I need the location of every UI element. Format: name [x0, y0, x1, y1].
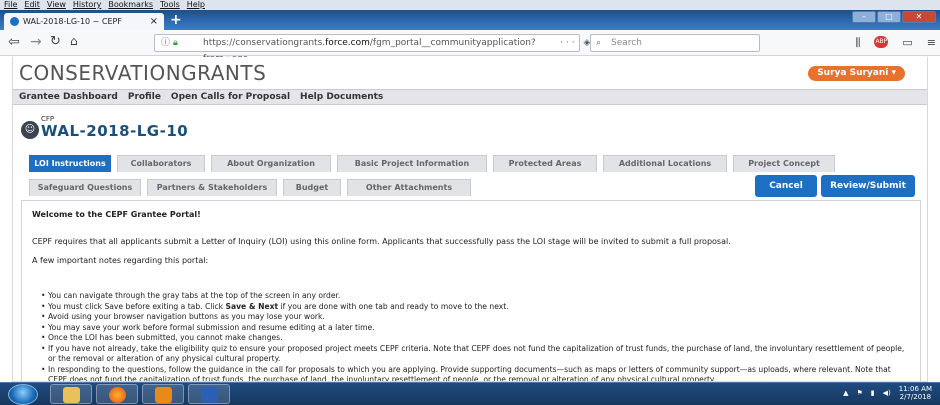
site-logo[interactable]: CONSERVATIONGRANTS — [19, 61, 266, 85]
taskbar-word[interactable] — [188, 384, 230, 404]
search-placeholder: Search — [611, 38, 642, 48]
notes-intro: A few important notes regarding this por… — [32, 256, 209, 265]
nav-help-documents[interactable]: Help Documents — [300, 90, 383, 104]
browser-navbar: ⇦ → ↻ ⌂ ⓘ 🔒︎ https://conservationgrants.… — [0, 30, 940, 64]
nav-grantee-dashboard[interactable]: Grantee Dashboard — [19, 90, 118, 104]
sidebar-icon[interactable]: ▭ — [902, 36, 912, 50]
back-icon[interactable]: ⇦ — [8, 34, 20, 50]
notes-list: You can navigate through the gray tabs a… — [32, 291, 910, 382]
volume-icon[interactable]: ◀) — [883, 389, 891, 397]
start-button-icon[interactable] — [8, 384, 38, 405]
portal-page: CONSERVATIONGRANTS Surya Suryani ▾ Grant… — [12, 57, 928, 382]
windows-taskbar: ▲ ⚑ ▮ ◀) 11:06 AM 2/7/2018 — [0, 382, 940, 405]
favicon-icon — [10, 17, 19, 26]
nav-open-calls[interactable]: Open Calls for Proposal — [171, 90, 290, 104]
lock-icon: 🔒︎ — [173, 38, 178, 48]
taskbar-explorer[interactable] — [50, 384, 92, 404]
nav-profile[interactable]: Profile — [128, 90, 161, 104]
taskbar-outlook[interactable] — [142, 384, 184, 404]
list-item: Avoid using your browser navigation butt… — [41, 312, 910, 323]
maximize-icon[interactable]: □ — [877, 11, 901, 23]
flag-icon[interactable]: ⚑ — [857, 389, 863, 397]
menu-file[interactable]: File — [4, 0, 17, 10]
review-submit-button[interactable]: Review/Submit — [821, 175, 915, 197]
menu-bookmarks[interactable]: Bookmarks — [108, 0, 153, 10]
search-icon: ⌕ — [596, 38, 602, 48]
clock-date: 2/7/2018 — [899, 393, 932, 401]
tab-protected-areas[interactable]: Protected Areas — [493, 155, 597, 172]
minimize-icon[interactable]: – — [852, 11, 876, 23]
intro-paragraph: CEPF requires that all applicants submit… — [32, 237, 731, 246]
cancel-button[interactable]: Cancel — [755, 175, 817, 197]
tab-other-attachments[interactable]: Other Attachments — [347, 179, 471, 196]
welcome-heading: Welcome to the CEPF Grantee Portal! — [32, 210, 201, 219]
menu-history[interactable]: History — [73, 0, 101, 10]
list-item: In responding to the questions, follow t… — [41, 365, 910, 382]
info-icon[interactable]: ⓘ — [161, 35, 170, 51]
browser-menubar: File Edit View History Bookmarks Tools H… — [0, 0, 940, 10]
list-item: You can navigate through the gray tabs a… — [41, 291, 910, 302]
browser-tab[interactable]: WAL-2018-LG-10 ~ CEPF × — [4, 13, 164, 30]
close-tab-icon[interactable]: × — [150, 13, 158, 30]
tab-partners-stakeholders[interactable]: Partners & Stakeholders — [147, 179, 277, 196]
browser-tabbar: WAL-2018-LG-10 ~ CEPF × + – □ ✕ — [0, 10, 940, 30]
url-bar[interactable]: ⓘ 🔒︎ https://conservationgrants.force.co… — [154, 34, 580, 64]
tray-arrow-icon[interactable]: ▲ — [843, 389, 848, 397]
portal-header: CONSERVATIONGRANTS Surya Suryani ▾ — [13, 57, 927, 87]
record-title-area: ☺ CFP WAL-2018-LG-10 — [13, 105, 927, 155]
tab-budget[interactable]: Budget — [283, 179, 341, 196]
outlook-icon — [155, 387, 172, 403]
menu-tools[interactable]: Tools — [160, 0, 180, 10]
list-item: You may save your work before formal sub… — [41, 323, 910, 334]
network-icon[interactable]: ▮ — [871, 389, 875, 397]
menu-edit[interactable]: Edit — [24, 0, 40, 10]
menu-view[interactable]: View — [47, 0, 66, 10]
library-icon[interactable]: ⫼ — [855, 36, 860, 50]
search-input[interactable]: ⌕ Search — [590, 34, 760, 52]
home-icon[interactable]: ⌂ — [70, 34, 78, 48]
tab-loi-instructions[interactable]: LOI Instructions — [29, 155, 111, 172]
taskbar-firefox[interactable] — [96, 384, 138, 404]
word-icon — [201, 387, 218, 403]
folder-icon — [63, 387, 80, 403]
tab-additional-locations[interactable]: Additional Locations — [603, 155, 727, 172]
hamburger-menu-icon[interactable]: ≡ — [927, 36, 936, 50]
reload-icon[interactable]: ↻ — [50, 34, 61, 49]
user-menu-button[interactable]: Surya Suryani ▾ — [808, 66, 905, 81]
tab-about-organization[interactable]: About Organization — [211, 155, 331, 172]
portal-nav: Grantee Dashboard Profile Open Calls for… — [13, 89, 927, 105]
window-controls: – □ ✕ — [852, 11, 936, 23]
url-domain: force.com — [325, 38, 370, 48]
toolbar-icons: ⫼ ABP ▭ ≡ — [855, 36, 936, 50]
menu-help[interactable]: Help — [187, 0, 205, 10]
extension-badge-icon[interactable]: ABP — [874, 36, 889, 48]
forward-icon[interactable]: → — [30, 34, 42, 50]
close-window-icon[interactable]: ✕ — [902, 11, 936, 23]
cfp-record-icon: ☺ — [21, 121, 39, 139]
firefox-icon — [109, 387, 126, 403]
list-item: You must click Save before exiting a tab… — [41, 302, 910, 313]
url-prefix: https://conservationgrants. — [203, 38, 326, 48]
tab-safeguard-questions[interactable]: Safeguard Questions — [29, 179, 141, 196]
list-item: If you have not already, take the eligib… — [41, 344, 910, 365]
new-tab-icon[interactable]: + — [170, 12, 182, 28]
clock-time: 11:06 AM — [898, 385, 932, 393]
instructions-panel: Welcome to the CEPF Grantee Portal! CEPF… — [21, 200, 921, 382]
tab-basic-project-information[interactable]: Basic Project Information — [337, 155, 487, 172]
page-title: WAL-2018-LG-10 — [41, 122, 189, 140]
system-tray: ▲ ⚑ ▮ ◀) 11:06 AM 2/7/2018 — [843, 385, 932, 401]
tab-project-concept[interactable]: Project Concept — [733, 155, 835, 172]
browser-tab-title: WAL-2018-LG-10 ~ CEPF — [23, 17, 122, 26]
clock[interactable]: 11:06 AM 2/7/2018 — [899, 385, 932, 401]
list-item: Once the LOI has been submitted, you can… — [41, 333, 910, 344]
tab-collaborators[interactable]: Collaborators — [117, 155, 205, 172]
